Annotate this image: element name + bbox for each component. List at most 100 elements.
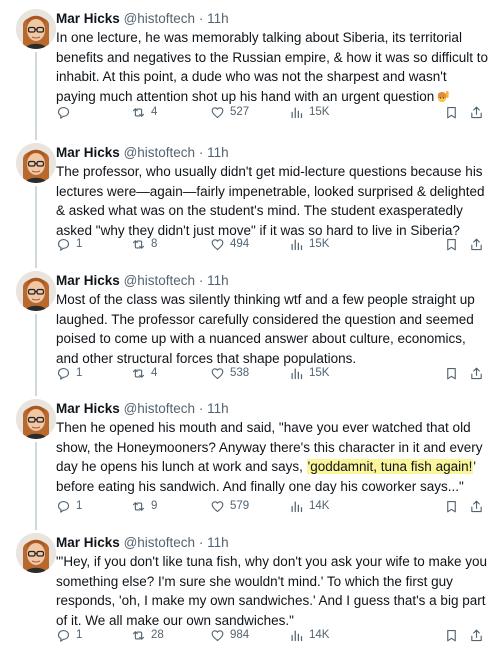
heart-icon bbox=[211, 629, 224, 641]
timestamp[interactable]: 11h bbox=[207, 145, 229, 160]
retweet-icon bbox=[132, 630, 145, 640]
views-count: 15K bbox=[309, 238, 330, 250]
like-count: 538 bbox=[230, 367, 250, 379]
share-button[interactable] bbox=[469, 497, 484, 515]
retweet-icon bbox=[132, 501, 145, 511]
bookmark-icon bbox=[447, 106, 456, 118]
views-button[interactable]: 14K bbox=[289, 497, 329, 515]
views-icon bbox=[291, 501, 303, 512]
separator: · bbox=[198, 401, 204, 416]
tweet-text: The professor, who usually didn't get mi… bbox=[56, 162, 488, 240]
author-handle[interactable]: @histoftech bbox=[124, 145, 196, 160]
tweet-actions: 4 527 15K bbox=[56, 103, 488, 121]
author-name[interactable]: Mar Hicks bbox=[56, 401, 120, 416]
like-button[interactable]: 579 bbox=[210, 497, 249, 515]
views-icon bbox=[291, 107, 303, 118]
tweet-text: Then he opened his mouth and said, "have… bbox=[56, 418, 488, 496]
author-name[interactable]: Mar Hicks bbox=[56, 535, 120, 550]
bookmark-button[interactable] bbox=[444, 364, 459, 382]
like-count: 984 bbox=[230, 629, 250, 641]
reply-button[interactable] bbox=[56, 103, 76, 121]
author-handle[interactable]: @histoftech bbox=[124, 11, 196, 26]
tweet-header: Mar Hicks @histoftech · 11h bbox=[56, 10, 488, 28]
views-button[interactable]: 15K bbox=[289, 364, 329, 382]
heart-icon bbox=[211, 500, 224, 512]
avatar[interactable] bbox=[16, 533, 56, 573]
avatar[interactable] bbox=[16, 143, 56, 183]
retweet-button[interactable]: 4 bbox=[131, 103, 157, 121]
views-button[interactable]: 15K bbox=[289, 103, 329, 121]
tweet-body: Mar Hicks @histoftech · 11h Most of the … bbox=[56, 272, 488, 368]
timestamp[interactable]: 11h bbox=[207, 535, 229, 550]
like-count: 579 bbox=[230, 500, 250, 512]
timestamp[interactable]: 11h bbox=[207, 273, 229, 288]
tweet-actions: 1 4 538 15K bbox=[56, 364, 488, 382]
avatar[interactable] bbox=[16, 399, 56, 439]
views-button[interactable]: 15K bbox=[289, 235, 329, 253]
reply-button[interactable]: 1 bbox=[56, 235, 82, 253]
avatar[interactable] bbox=[16, 9, 56, 49]
share-button[interactable] bbox=[469, 103, 484, 121]
timestamp[interactable]: 11h bbox=[207, 401, 229, 416]
like-count: 494 bbox=[230, 238, 250, 250]
tweet[interactable]: Mar Hicks @histoftech · 11h "'Hey, if yo… bbox=[0, 524, 500, 650]
like-button[interactable]: 527 bbox=[210, 103, 249, 121]
tweet[interactable]: Mar Hicks @histoftech · 11h Then he open… bbox=[0, 390, 500, 524]
author-handle[interactable]: @histoftech bbox=[124, 401, 196, 416]
tweet-text: "'Hey, if you don't like tuna fish, why … bbox=[56, 552, 488, 630]
author-name[interactable]: Mar Hicks bbox=[56, 145, 120, 160]
share-icon bbox=[471, 629, 482, 641]
avatar[interactable] bbox=[16, 271, 56, 311]
retweet-icon bbox=[132, 107, 145, 117]
share-button[interactable] bbox=[469, 235, 484, 253]
share-icon bbox=[471, 238, 482, 250]
tweet-body: Mar Hicks @histoftech · 11h The professo… bbox=[56, 144, 488, 240]
bookmark-button[interactable] bbox=[444, 497, 459, 515]
tweet-text-part: "'Hey, if you don't like tuna fish, why … bbox=[56, 554, 487, 628]
reply-button[interactable]: 1 bbox=[56, 497, 82, 515]
views-icon bbox=[291, 630, 303, 641]
retweet-count: 4 bbox=[151, 367, 158, 379]
views-count: 14K bbox=[309, 629, 330, 641]
like-button[interactable]: 984 bbox=[210, 626, 249, 644]
share-button[interactable] bbox=[469, 364, 484, 382]
retweet-button[interactable]: 9 bbox=[131, 497, 157, 515]
share-button[interactable] bbox=[469, 626, 484, 644]
views-button[interactable]: 14K bbox=[289, 626, 329, 644]
tweet-text-part: Most of the class was silently thinking … bbox=[56, 292, 475, 366]
tweet[interactable]: Mar Hicks @histoftech · 11h The professo… bbox=[0, 134, 500, 264]
retweet-button[interactable]: 4 bbox=[131, 364, 157, 382]
tweet-text: Most of the class was silently thinking … bbox=[56, 290, 488, 368]
author-handle[interactable]: @histoftech bbox=[124, 273, 196, 288]
tweet-text: In one lecture, he was memorably talking… bbox=[56, 28, 488, 106]
bookmark-icon bbox=[447, 629, 456, 641]
separator: · bbox=[198, 11, 204, 26]
retweet-count: 8 bbox=[151, 238, 158, 250]
tweet-text-part: The professor, who usually didn't get mi… bbox=[56, 164, 485, 238]
tweet[interactable]: Mar Hicks @histoftech · 11h In one lectu… bbox=[0, 0, 500, 134]
retweet-button[interactable]: 8 bbox=[131, 235, 157, 253]
reply-button[interactable]: 1 bbox=[56, 364, 82, 382]
tweet-header: Mar Hicks @histoftech · 11h bbox=[56, 144, 488, 162]
author-handle[interactable]: @histoftech bbox=[124, 535, 196, 550]
retweet-button[interactable]: 28 bbox=[131, 626, 164, 644]
like-button[interactable]: 494 bbox=[210, 235, 249, 253]
author-name[interactable]: Mar Hicks bbox=[56, 11, 120, 26]
retweet-count: 28 bbox=[151, 629, 164, 641]
bookmark-button[interactable] bbox=[444, 103, 459, 121]
tweet[interactable]: Mar Hicks @histoftech · 11h Most of the … bbox=[0, 262, 500, 390]
like-button[interactable]: 538 bbox=[210, 364, 249, 382]
author-name[interactable]: Mar Hicks bbox=[56, 273, 120, 288]
bookmark-button[interactable] bbox=[444, 235, 459, 253]
bookmark-button[interactable] bbox=[444, 626, 459, 644]
retweet-icon bbox=[132, 368, 145, 378]
reply-icon bbox=[57, 629, 70, 642]
reply-count: 1 bbox=[76, 500, 83, 512]
separator: · bbox=[198, 145, 204, 160]
timestamp[interactable]: 11h bbox=[207, 11, 229, 26]
reply-button[interactable]: 1 bbox=[56, 626, 82, 644]
bookmark-icon bbox=[447, 367, 456, 379]
separator: · bbox=[198, 535, 204, 550]
tweet-header: Mar Hicks @histoftech · 11h bbox=[56, 272, 488, 290]
tweet-actions: 1 8 494 15K bbox=[56, 235, 488, 253]
